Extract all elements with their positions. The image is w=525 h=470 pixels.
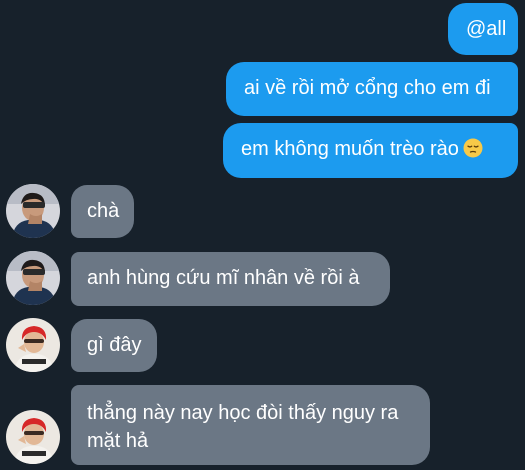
avatar[interactable] xyxy=(6,184,60,238)
avatar[interactable] xyxy=(6,318,60,372)
incoming-message[interactable]: thẳng này nay học đòi thấy nguy ra mặt h… xyxy=(71,385,430,465)
avatar[interactable] xyxy=(6,251,60,305)
incoming-message[interactable]: gì đây xyxy=(71,319,157,372)
incoming-message[interactable]: chà xyxy=(71,185,134,238)
avatar[interactable] xyxy=(6,410,60,464)
message-text: ai về rồi mở cổng cho em đi xyxy=(244,77,491,99)
outgoing-message[interactable]: ai về rồi mở cổng cho em đi xyxy=(226,62,518,116)
message-text: gì đây xyxy=(87,334,142,356)
message-text: em không muốn trèo rào xyxy=(241,138,459,160)
outgoing-message[interactable]: @all xyxy=(448,3,518,55)
outgoing-message[interactable]: em không muốn trèo rào xyxy=(223,123,518,178)
message-text: thẳng này nay học đòi thấy nguy ra mặt h… xyxy=(87,402,399,452)
message-text: @all xyxy=(466,18,507,40)
message-text: chà xyxy=(87,200,120,222)
incoming-message[interactable]: anh hùng cứu mĩ nhân về rồi à xyxy=(71,252,390,306)
message-text: anh hùng cứu mĩ nhân về rồi à xyxy=(87,267,360,289)
pensive-face-icon xyxy=(463,138,483,164)
